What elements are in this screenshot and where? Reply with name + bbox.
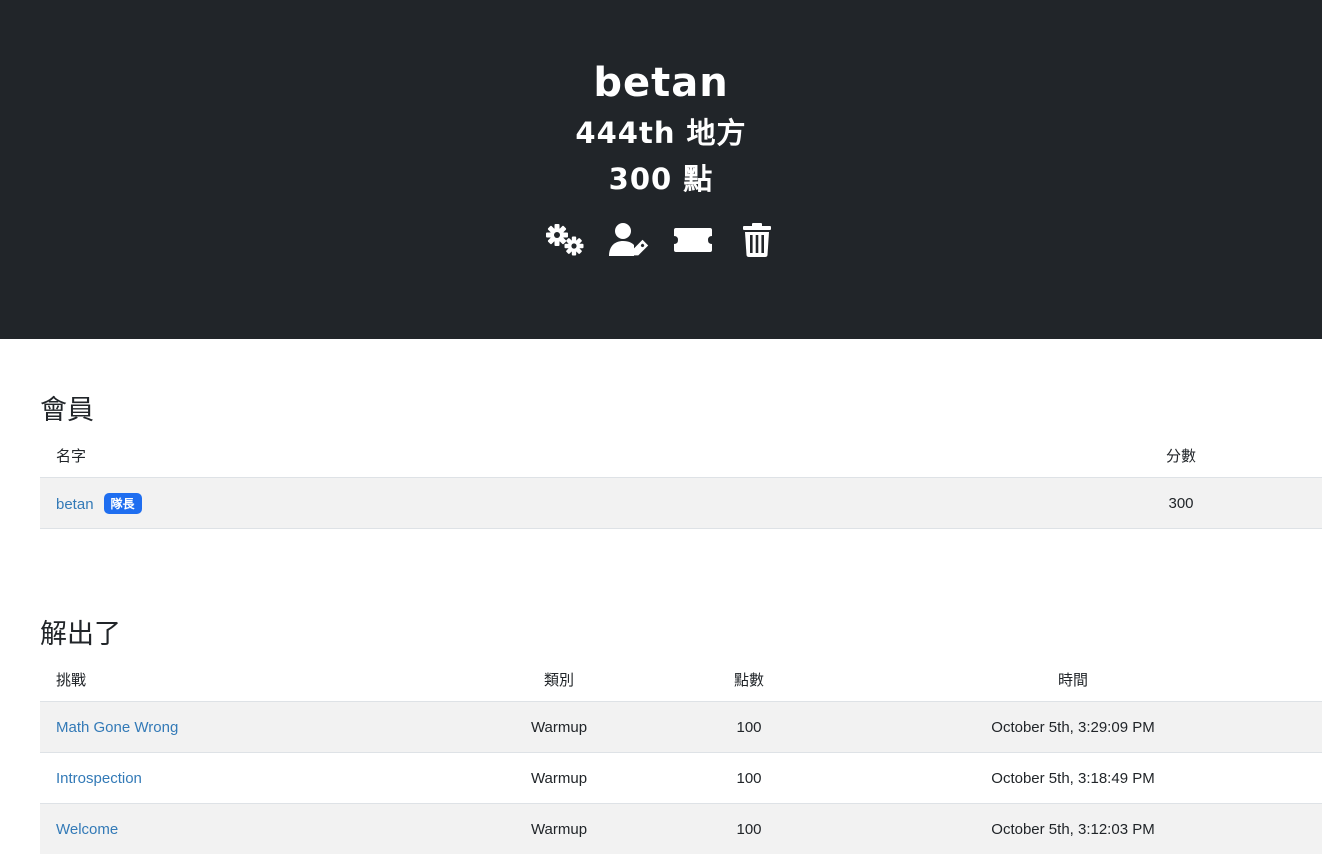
ticket-icon[interactable] [672,220,714,260]
member-score: 300 [1040,478,1322,529]
member-name-cell: betan 隊長 [40,478,1040,529]
challenge-cell: Math Gone Wrong [40,702,444,753]
table-row: Math Gone Wrong Warmup 100 October 5th, … [40,702,1322,753]
table-row: betan 隊長 300 [40,478,1322,529]
challenge-cell: Introspection [40,753,444,804]
category-cell: Warmup [444,804,674,854]
solves-title: 解出了 [40,613,1322,657]
members-title: 會員 [40,389,1322,433]
members-table: 名字 分數 betan 隊長 300 [40,433,1322,529]
solves-header-category: 類別 [444,657,674,702]
table-row: Introspection Warmup 100 October 5th, 3:… [40,753,1322,804]
trash-icon[interactable] [736,220,778,260]
solves-header-time: 時間 [824,657,1322,702]
team-place: 444th 地方 [0,110,1322,156]
challenge-link[interactable]: Math Gone Wrong [56,719,178,736]
member-link[interactable]: betan [56,496,94,513]
gears-icon[interactable] [544,220,586,260]
members-header-score: 分數 [1040,433,1322,478]
team-header: betan 444th 地方 300 點 [0,0,1322,339]
time-cell: October 5th, 3:18:49 PM [824,753,1322,804]
time-cell: October 5th, 3:12:03 PM [824,804,1322,854]
members-header-name: 名字 [40,433,1040,478]
solves-section: 解出了 挑戰 類別 點數 時間 Math Gone Wrong Warmup 1… [0,613,1322,854]
team-actions [0,220,1322,260]
table-row: Welcome Warmup 100 October 5th, 3:12:03 … [40,804,1322,854]
category-cell: Warmup [444,753,674,804]
points-cell: 100 [674,702,824,753]
challenge-cell: Welcome [40,804,444,854]
user-tag-icon[interactable] [608,220,650,260]
team-name: betan [0,56,1322,110]
points-cell: 100 [674,804,824,854]
time-cell: October 5th, 3:29:09 PM [824,702,1322,753]
solves-header-row: 挑戰 類別 點數 時間 [40,657,1322,702]
solves-table: 挑戰 類別 點數 時間 Math Gone Wrong Warmup 100 O… [40,657,1322,854]
members-header-row: 名字 分數 [40,433,1322,478]
team-score: 300 點 [0,156,1322,202]
challenge-link[interactable]: Introspection [56,770,142,787]
category-cell: Warmup [444,702,674,753]
captain-badge: 隊長 [104,493,142,514]
solves-header-points: 點數 [674,657,824,702]
challenge-link[interactable]: Welcome [56,821,118,838]
solves-header-challenge: 挑戰 [40,657,444,702]
points-cell: 100 [674,753,824,804]
members-section: 會員 名字 分數 betan 隊長 300 [0,389,1322,529]
